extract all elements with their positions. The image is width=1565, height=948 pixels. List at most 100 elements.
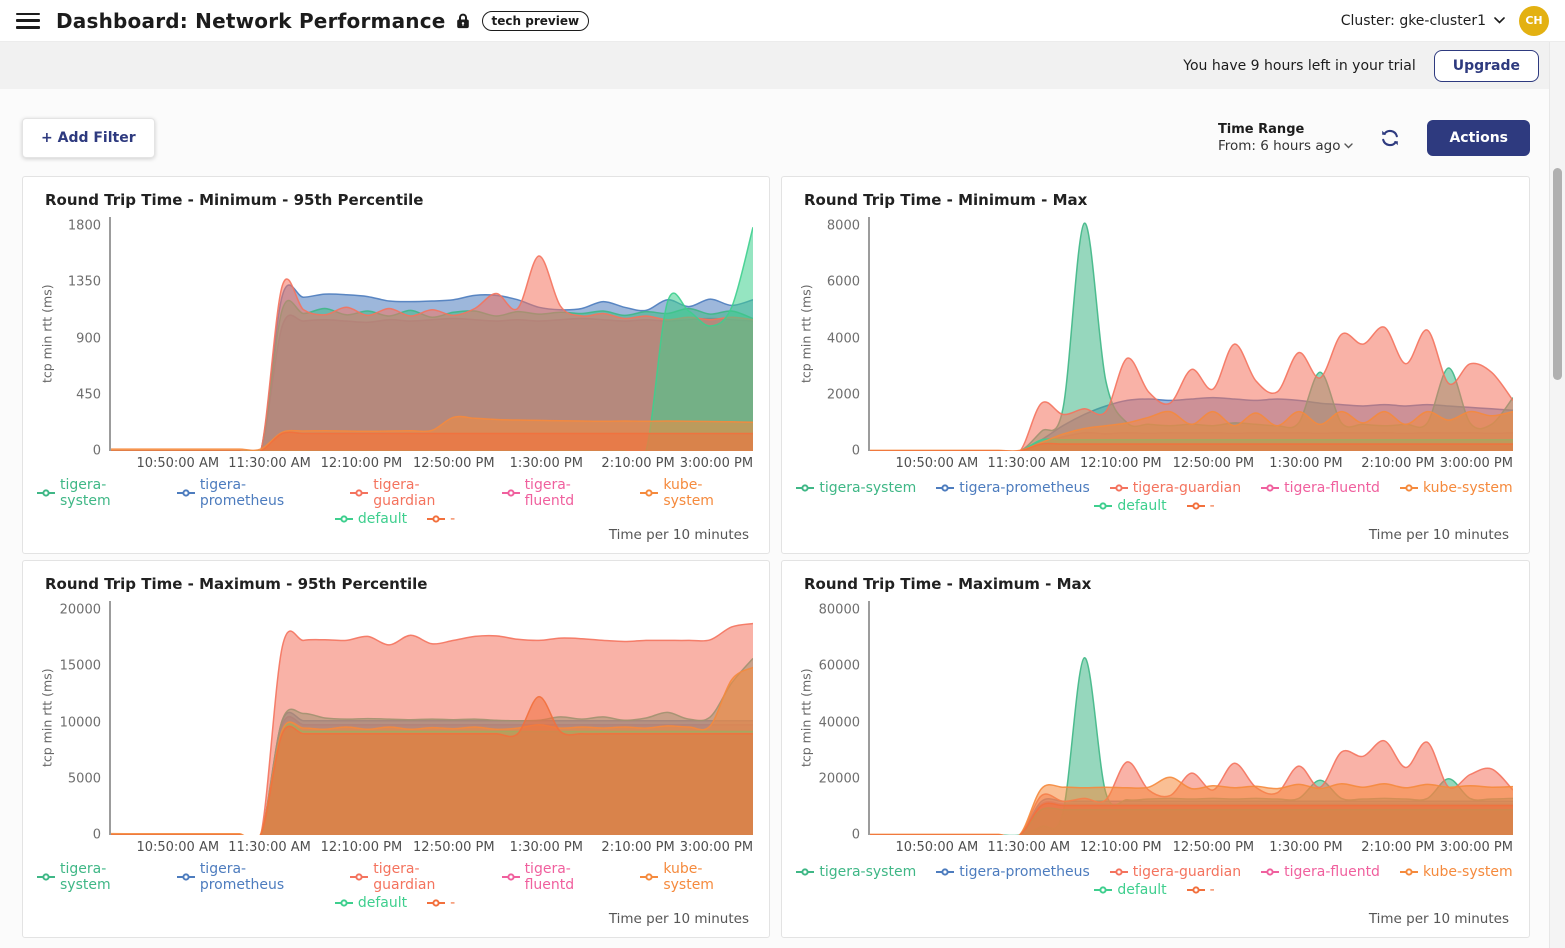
add-filter-button[interactable]: + Add Filter — [22, 118, 155, 158]
y-tick: 10000 — [60, 715, 101, 730]
legend-item-tigera-prometheus[interactable]: tigera-prometheus — [936, 864, 1090, 880]
legend-marker-icon — [502, 488, 520, 498]
area-series-- — [870, 803, 1513, 835]
legend-item-tigera-prometheus[interactable]: tigera-prometheus — [936, 480, 1090, 496]
legend-item-default[interactable]: default — [1094, 882, 1166, 898]
legend-item-tigera-guardian[interactable]: tigera-guardian — [350, 861, 481, 893]
chart-title: Round Trip Time - Maximum - Max — [804, 575, 1513, 593]
legend-item--[interactable]: - — [427, 511, 455, 527]
legend-item-tigera-system[interactable]: tigera-system — [37, 861, 157, 893]
time-range-selector[interactable]: Time Range From: 6 hours ago — [1218, 122, 1354, 154]
legend-label: tigera-guardian — [1133, 864, 1241, 880]
legend-marker-icon — [1187, 885, 1205, 895]
legend-marker-icon — [1400, 867, 1418, 877]
legend-item-tigera-guardian[interactable]: tigera-guardian — [350, 477, 481, 509]
legend: tigera-system tigera-prometheus tigera-gua… — [796, 480, 1513, 514]
legend-item-default[interactable]: default — [335, 511, 407, 527]
cluster-selector[interactable]: Cluster: gke-cluster1 — [1341, 13, 1505, 29]
chart-area-svg — [870, 217, 1513, 451]
time-range-value: From: 6 hours ago — [1218, 138, 1341, 154]
y-axis-label: tcp min rtt (ms) — [37, 217, 57, 451]
legend-item-kube-system[interactable]: kube-system — [1400, 864, 1513, 880]
legend-item--[interactable]: - — [1187, 498, 1215, 514]
legend-item-kube-system[interactable]: kube-system — [640, 477, 753, 509]
legend-item-tigera-fluentd[interactable]: tigera-fluentd — [502, 861, 621, 893]
legend-label: default — [1117, 498, 1166, 514]
legend-label: tigera-fluentd — [525, 477, 621, 509]
legend-marker-icon — [796, 867, 814, 877]
legend-item--[interactable]: - — [427, 895, 455, 911]
legend-marker-icon — [427, 898, 445, 908]
chart-plot[interactable] — [868, 217, 1513, 451]
dashboard-grid: Round Trip Time - Minimum - 95th Percent… — [22, 176, 1530, 938]
legend-label: - — [1210, 498, 1215, 514]
legend-marker-icon — [640, 872, 658, 882]
x-tick: 12:50:00 PM — [413, 840, 495, 855]
legend-item-default[interactable]: default — [1094, 498, 1166, 514]
y-tick: 15000 — [60, 659, 101, 674]
x-tick: 3:00:00 PM — [680, 840, 753, 855]
legend-marker-icon — [1187, 501, 1205, 511]
actions-button[interactable]: Actions — [1427, 120, 1530, 156]
x-tick: 12:50:00 PM — [413, 456, 495, 471]
y-axis-ticks: 800006000040000200000 — [816, 601, 868, 835]
chart-plot[interactable] — [868, 601, 1513, 835]
chart-plot[interactable] — [109, 217, 753, 451]
legend-item-kube-system[interactable]: kube-system — [640, 861, 753, 893]
scrollbar-thumb[interactable] — [1553, 168, 1562, 380]
chart-plot[interactable] — [109, 601, 753, 835]
chart-footer: Time per 10 minutes — [796, 527, 1513, 543]
x-tick: 3:00:00 PM — [680, 456, 753, 471]
refresh-button[interactable] — [1377, 125, 1403, 151]
legend-label: tigera-fluentd — [1284, 480, 1380, 496]
x-tick: 2:10:00 PM — [601, 840, 674, 855]
x-tick: 12:10:00 PM — [1080, 456, 1162, 471]
legend-label: - — [1210, 882, 1215, 898]
legend-marker-icon — [350, 488, 368, 498]
y-axis-ticks: 20000150001000050000 — [57, 601, 109, 835]
legend-item-tigera-system[interactable]: tigera-system — [796, 480, 916, 496]
legend-marker-icon — [335, 514, 353, 524]
x-tick: 3:00:00 PM — [1440, 840, 1513, 855]
legend: tigera-system tigera-prometheus tigera-gua… — [37, 861, 753, 911]
y-axis-label: tcp min rtt (ms) — [796, 217, 816, 451]
legend-item--[interactable]: - — [1187, 882, 1215, 898]
y-tick: 40000 — [819, 715, 860, 730]
chart-footer: Time per 10 minutes — [37, 911, 753, 927]
time-range-title: Time Range — [1218, 122, 1354, 137]
y-tick: 20000 — [60, 603, 101, 618]
legend-marker-icon — [1110, 483, 1128, 493]
legend-item-tigera-guardian[interactable]: tigera-guardian — [1110, 864, 1241, 880]
legend-item-tigera-system[interactable]: tigera-system — [796, 864, 916, 880]
legend-item-tigera-prometheus[interactable]: tigera-prometheus — [177, 861, 330, 893]
legend-label: tigera-system — [819, 480, 916, 496]
x-axis-ticks: 10:50:00 AM11:30:00 AM12:10:00 PM12:50:0… — [111, 454, 753, 473]
x-tick: 12:50:00 PM — [1173, 840, 1255, 855]
hamburger-menu-icon[interactable] — [16, 13, 40, 29]
refresh-icon — [1379, 127, 1401, 149]
legend-item-tigera-fluentd[interactable]: tigera-fluentd — [1261, 480, 1380, 496]
legend-item-kube-system[interactable]: kube-system — [1400, 480, 1513, 496]
x-tick: 11:30:00 AM — [228, 456, 311, 471]
x-tick: 11:30:00 AM — [987, 840, 1070, 855]
legend-label: kube-system — [663, 861, 753, 893]
chart-title: Round Trip Time - Maximum - 95th Percent… — [45, 575, 753, 593]
chart-area-svg — [870, 601, 1513, 835]
legend-item-default[interactable]: default — [335, 895, 407, 911]
legend-item-tigera-fluentd[interactable]: tigera-fluentd — [502, 477, 621, 509]
user-avatar[interactable]: CH — [1519, 6, 1549, 36]
legend-marker-icon — [1261, 867, 1279, 877]
legend-item-tigera-fluentd[interactable]: tigera-fluentd — [1261, 864, 1380, 880]
legend-item-tigera-guardian[interactable]: tigera-guardian — [1110, 480, 1241, 496]
legend-label: tigera-prometheus — [959, 864, 1090, 880]
x-tick: 10:50:00 AM — [136, 840, 219, 855]
legend-item-tigera-prometheus[interactable]: tigera-prometheus — [177, 477, 330, 509]
legend-item-tigera-system[interactable]: tigera-system — [37, 477, 157, 509]
upgrade-button[interactable]: Upgrade — [1434, 50, 1539, 82]
legend-marker-icon — [37, 488, 55, 498]
chart-card: Round Trip Time - Maximum - Max tcp min … — [781, 560, 1530, 938]
legend-marker-icon — [37, 872, 55, 882]
scrollbar[interactable] — [1549, 42, 1565, 948]
x-tick: 1:30:00 PM — [1269, 840, 1342, 855]
x-axis-ticks: 10:50:00 AM11:30:00 AM12:10:00 PM12:50:0… — [870, 454, 1513, 476]
